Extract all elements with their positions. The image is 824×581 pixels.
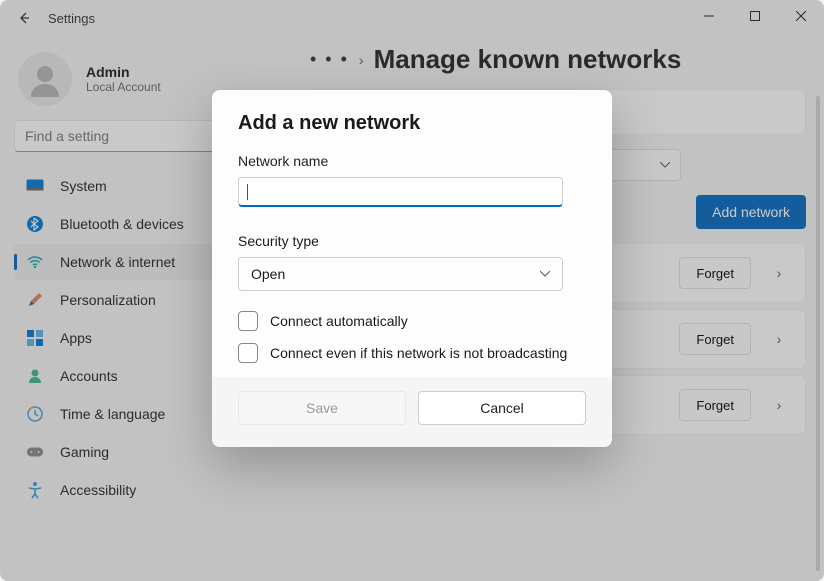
- connect-hidden-checkbox[interactable]: [238, 343, 258, 363]
- add-network-dialog: Add a new network Network name Security …: [212, 90, 612, 447]
- security-type-value: Open: [251, 266, 285, 282]
- dialog-title: Add a new network: [238, 112, 586, 135]
- security-type-dropdown[interactable]: Open: [238, 257, 563, 291]
- modal-overlay: Add a new network Network name Security …: [0, 0, 824, 581]
- cancel-button[interactable]: Cancel: [418, 391, 586, 425]
- network-name-label: Network name: [238, 153, 586, 169]
- connect-automatically-checkbox[interactable]: [238, 311, 258, 331]
- chevron-down-icon: [540, 271, 550, 277]
- connect-automatically-label: Connect automatically: [270, 313, 408, 329]
- save-button[interactable]: Save: [238, 391, 406, 425]
- network-name-input[interactable]: [238, 177, 563, 207]
- text-caret: [247, 184, 248, 200]
- security-type-label: Security type: [238, 233, 586, 249]
- connect-hidden-label: Connect even if this network is not broa…: [270, 345, 567, 361]
